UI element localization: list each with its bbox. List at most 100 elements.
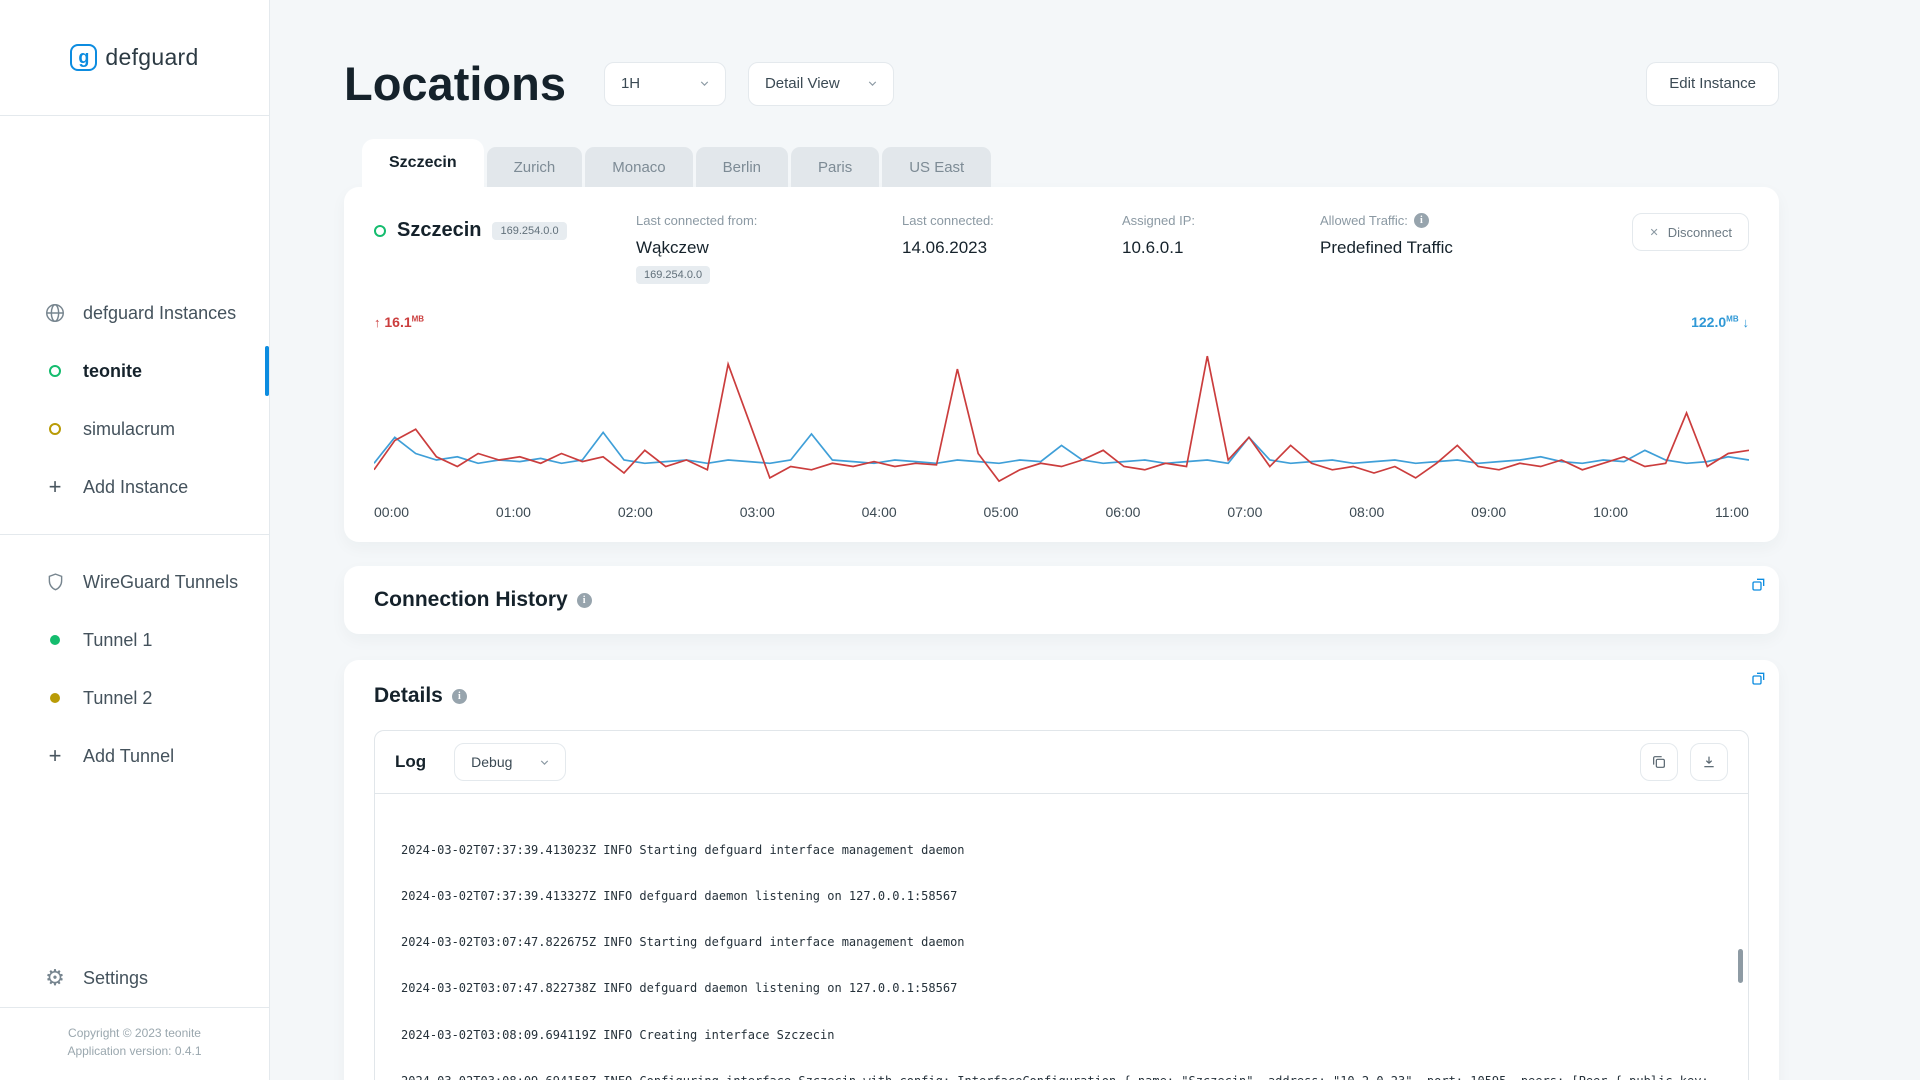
- sidebar-bottom: ⚙ Settings Copyright © 2023 teonite Appl…: [0, 949, 269, 1080]
- log-level-select[interactable]: Debug: [454, 743, 567, 781]
- tab-us-east[interactable]: US East: [882, 147, 992, 187]
- expand-icon[interactable]: [1751, 670, 1767, 691]
- close-icon: ✕: [1649, 226, 1659, 239]
- upload-arrow-icon: ↑: [374, 315, 381, 330]
- sidebar-item-tunnel-1[interactable]: Tunnel 1: [0, 611, 269, 669]
- main-content: Locations 1H Detail View Edit Instance S…: [270, 0, 1920, 1080]
- view-mode-select[interactable]: Detail View: [747, 61, 894, 106]
- tunnel-status-icon: [42, 635, 68, 645]
- instance-status-icon: [42, 365, 68, 377]
- x-tick: 06:00: [1105, 504, 1141, 520]
- x-tick: 02:00: [617, 504, 653, 520]
- x-tick: 01:00: [495, 504, 531, 520]
- download-unit: MB: [1726, 314, 1739, 324]
- instance-status-icon: [42, 423, 68, 435]
- add-instance-label: Add Instance: [83, 476, 189, 497]
- defguard-logo-icon: g: [70, 44, 98, 71]
- tab-szczecin[interactable]: Szczecin: [362, 139, 484, 187]
- add-tunnel-button[interactable]: + Add Tunnel: [0, 727, 269, 785]
- location-tabs: Szczecin Zurich Monaco Berlin Paris US E…: [362, 139, 1779, 187]
- assigned-ip-col: Assigned IP: 10.6.0.1: [1122, 213, 1272, 258]
- sidebar-item-label: Tunnel 2: [83, 687, 153, 708]
- copy-icon: [1653, 756, 1665, 768]
- assigned-ip-label: Assigned IP:: [1122, 213, 1195, 228]
- last-connected-from-col: Last connected from: Wąkczew 169.254.0.0: [636, 213, 854, 284]
- page-title: Locations: [344, 57, 566, 110]
- x-tick: 05:00: [983, 504, 1019, 520]
- defguard-logo[interactable]: g defguard: [0, 0, 269, 116]
- defguard-logo-text: defguard: [105, 44, 199, 70]
- sidebar-item-label: WireGuard Tunnels: [83, 571, 239, 592]
- chevron-down-icon: [540, 759, 549, 765]
- log-actions: [1640, 743, 1728, 781]
- connection-status-icon: [374, 224, 386, 237]
- upload-total: 16.1: [384, 314, 412, 330]
- last-connected-label: Last connected:: [902, 213, 994, 228]
- connection-history-title: Connection History: [374, 588, 568, 611]
- assigned-ip-value: 10.6.0.1: [1122, 238, 1184, 257]
- traffic-chart: 00:00 01:00 02:00 03:00 04:00 05:00 06:0…: [374, 334, 1749, 526]
- download-series: [374, 432, 1749, 463]
- copyright-text: Copyright © 2023 teonite: [68, 1026, 201, 1040]
- info-icon[interactable]: i: [451, 688, 467, 704]
- x-tick: 10:00: [1593, 504, 1629, 520]
- x-tick: 03:00: [739, 504, 775, 520]
- sidebar-item-label: Settings: [83, 967, 149, 988]
- tunnel-status-icon: [42, 693, 68, 703]
- sidebar-divider: [0, 534, 269, 535]
- chevron-down-icon: [700, 81, 709, 86]
- globe-icon: [42, 302, 68, 324]
- info-icon[interactable]: i: [1413, 213, 1429, 228]
- sidebar-item-wireguard-tunnels[interactable]: WireGuard Tunnels: [0, 553, 269, 611]
- log-line: 2024-03-02T03:07:47.822675Z INFO Startin…: [401, 935, 965, 950]
- sidebar-item-simulacrum[interactable]: simulacrum: [0, 400, 269, 458]
- add-instance-button[interactable]: + Add Instance: [0, 458, 269, 516]
- expand-icon[interactable]: [1751, 576, 1767, 597]
- sidebar-item-label: defguard Instances: [83, 302, 237, 323]
- upload-unit: MB: [411, 314, 425, 324]
- log-level-value: Debug: [471, 754, 513, 770]
- info-icon[interactable]: i: [576, 592, 592, 608]
- sidebar-item-label: teonite: [83, 360, 143, 381]
- last-connected-from-value: Wąkczew: [636, 238, 709, 257]
- location-name: Szczecin: [397, 219, 482, 241]
- download-log-button[interactable]: [1690, 743, 1728, 781]
- tab-monaco[interactable]: Monaco: [585, 147, 693, 187]
- sidebar-nav: defguard Instances teonite simulacrum + …: [0, 284, 269, 785]
- traffic-chart-svg: [374, 334, 1749, 494]
- sidebar-item-label: simulacrum: [83, 418, 176, 439]
- log-scrollbar[interactable]: [1738, 949, 1743, 983]
- tab-zurich[interactable]: Zurich: [486, 147, 583, 187]
- sidebar-item-settings[interactable]: ⚙ Settings: [0, 949, 269, 1007]
- edit-instance-button[interactable]: Edit Instance: [1646, 61, 1779, 106]
- download-arrow-icon: ↓: [1742, 315, 1750, 330]
- x-tick: 08:00: [1349, 504, 1385, 520]
- gear-icon: ⚙: [45, 965, 65, 990]
- sidebar-item-tunnel-2[interactable]: Tunnel 2: [0, 669, 269, 727]
- traffic-stats: ↑ 16.1MB 122.0MB ↓: [374, 314, 1749, 330]
- x-tick: 04:00: [861, 504, 897, 520]
- x-tick: 11:00: [1714, 504, 1749, 520]
- upload-stat: ↑ 16.1MB: [374, 314, 424, 330]
- allowed-traffic-label: Allowed Traffic:: [1320, 213, 1408, 228]
- last-connected-col: Last connected: 14.06.2023: [902, 213, 1074, 258]
- download-icon: [1704, 756, 1714, 768]
- view-mode-value: Detail View: [764, 75, 840, 92]
- time-range-select[interactable]: 1H: [603, 61, 726, 106]
- sidebar: g defguard defguard Instances teonite si…: [0, 0, 270, 1080]
- log-header: Log Debug: [375, 731, 1748, 794]
- location-name-block: Szczecin 169.254.0.0: [374, 213, 636, 242]
- connection-history-card: Connection History i: [344, 566, 1779, 634]
- log-line: 2024-03-02T07:37:39.413023Z INFO Startin…: [401, 842, 965, 857]
- location-card: Szczecin 169.254.0.0 Last connected from…: [344, 187, 1779, 542]
- shield-icon: [42, 571, 68, 593]
- sidebar-item-teonite[interactable]: teonite: [0, 342, 269, 400]
- page-header: Locations 1H Detail View Edit Instance: [344, 0, 1779, 111]
- sidebar-item-instances[interactable]: defguard Instances: [0, 284, 269, 342]
- tab-berlin[interactable]: Berlin: [695, 147, 789, 187]
- upload-series: [374, 356, 1749, 481]
- disconnect-button[interactable]: ✕ Disconnect: [1632, 213, 1749, 251]
- tab-paris[interactable]: Paris: [791, 147, 880, 187]
- copy-log-button[interactable]: [1640, 743, 1678, 781]
- details-card: Details i Log Debug 2024-03-02T07:37:39.…: [344, 660, 1779, 1080]
